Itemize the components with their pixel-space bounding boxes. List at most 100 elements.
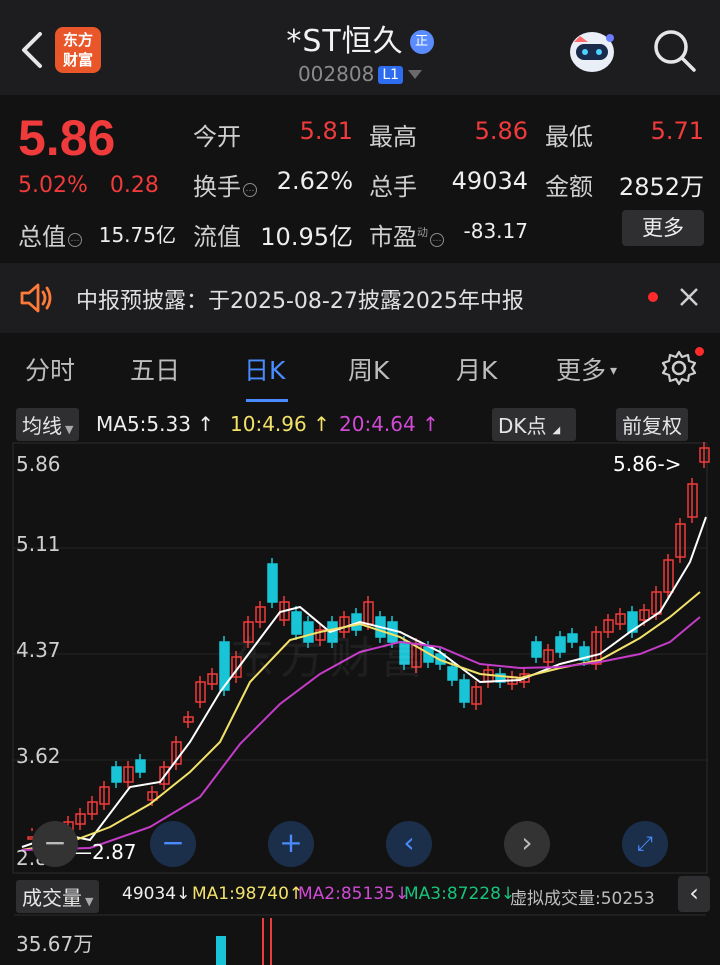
info-icon[interactable]: … (430, 233, 444, 247)
settings-badge-dot (695, 347, 704, 356)
speaker-icon (20, 283, 52, 313)
volume-chart: 35.67万 (0, 914, 720, 965)
tab-intraday[interactable]: 分时 (25, 351, 75, 387)
settings-gear-icon[interactable] (660, 349, 698, 387)
vol-ma2: MA2:85135↓ (298, 884, 410, 904)
low-label: 最低 (545, 123, 593, 151)
pe-value: -83.17 (463, 219, 528, 243)
open-value: 5.81 (299, 117, 353, 145)
tab-more-label: 更多 (556, 356, 607, 385)
y-label-3: 4.37 (16, 638, 61, 662)
more-button[interactable]: 更多 (622, 210, 704, 246)
close-icon[interactable] (678, 286, 700, 308)
tab-monthly-k[interactable]: 月K (456, 351, 497, 387)
tab-weekly-k[interactable]: 周K (348, 351, 389, 387)
badge-zheng-icon: 正 (409, 30, 434, 54)
active-tab-indicator (246, 399, 288, 402)
candle-body (459, 679, 470, 703)
tab-daily-k[interactable]: 日K (244, 351, 285, 387)
volume-bar (270, 918, 272, 965)
unread-dot (648, 292, 658, 302)
turnover-label: 换手… (193, 167, 257, 202)
info-icon[interactable]: … (68, 233, 82, 247)
virtual-volume: 虚拟成交量:50253 (510, 889, 655, 909)
robot-assistant-icon[interactable] (566, 24, 618, 76)
candle-body (567, 633, 578, 643)
ma5-text: MA5:5.33 (96, 412, 191, 436)
float-label: 流值 (193, 223, 241, 251)
last-price-tag: 5.86-> (613, 452, 682, 476)
collapse-arrow-icon[interactable]: ‹ (678, 876, 710, 912)
period-tabs: 分时 五日 日K 周K 月K 更多 ▾ (0, 333, 720, 403)
level-badge: L1 (378, 66, 404, 84)
dropdown-triangle-icon (408, 70, 423, 79)
scroll-left-button[interactable]: ‹ (386, 821, 432, 867)
candle-body (135, 759, 146, 773)
ma20-text: 20:4.64 (339, 412, 416, 436)
mktcap-label-text: 总值 (18, 223, 66, 251)
volume-value-text: 49034 (122, 884, 177, 904)
ma10-text: 10:4.96 (230, 412, 307, 436)
turnover-label-text: 换手 (193, 173, 241, 201)
candle-body (111, 766, 122, 783)
low-price-tag: —2.87 (72, 840, 137, 864)
tab-five-day[interactable]: 五日 (130, 351, 180, 387)
indicator-label: 均线 (22, 414, 62, 438)
candle-body (531, 641, 542, 658)
vol-ma1: MA1:98740↑ (192, 884, 304, 904)
candle-body (447, 666, 458, 681)
y-label-4: 3.62 (16, 744, 61, 768)
plus-button[interactable]: + (268, 821, 314, 867)
dk-point-button[interactable]: DK点 ◢ (492, 408, 576, 441)
ma10-value: 10:4.96 ↑ (230, 412, 330, 436)
vol-ma3-text: MA3:87228 (404, 884, 501, 904)
corner-triangle-icon: ◢ (552, 425, 561, 436)
stock-code: 002808 (297, 62, 375, 86)
volume-value: 49034 (451, 167, 528, 195)
adjust-button[interactable]: 前复权 (616, 408, 688, 441)
last-price: 5.86 (18, 110, 116, 166)
float-value: 10.95亿 (260, 223, 353, 251)
minus-button[interactable]: − (150, 821, 196, 867)
volume-value: 49034↓ (122, 884, 191, 904)
turnover-value: 2.62% (276, 167, 353, 195)
volume-indicator-select[interactable]: 成交量 ▼ (16, 880, 100, 913)
notice-bar[interactable]: 中报预披露：于2025-08-27披露2025年中报 (0, 263, 720, 333)
quote-panel: 5.86 5.02% 0.28 今开 5.81 最高 5.86 最低 5.71 换… (0, 95, 720, 263)
low-value: 5.71 (650, 117, 704, 145)
high-label: 最高 (369, 123, 417, 151)
low-price-tag-text: 2.87 (92, 840, 137, 864)
volume-label: 成交量 (22, 886, 82, 910)
change-percent: 5.02% (18, 173, 88, 198)
volume-axis-top: 35.67万 (16, 932, 94, 956)
tab-more[interactable]: 更多 ▾ (556, 351, 617, 387)
dropdown-triangle-icon: ▾ (610, 363, 618, 379)
change-amount: 0.28 (109, 173, 159, 198)
dropdown-triangle-icon: ▼ (85, 895, 94, 908)
candle-body (555, 636, 566, 653)
ma20-value: 20:4.64 ↑ (339, 412, 439, 436)
indicator-select[interactable]: 均线 ▼ (16, 408, 80, 441)
volume-bar (216, 936, 226, 965)
volume-legend-bar: 成交量 ▼ 49034↓ MA1:98740↑ MA2:85135↓ MA3:87… (0, 874, 720, 914)
mktcap-value: 15.75亿 (98, 223, 176, 247)
fullscreen-icon[interactable]: ⤢ (622, 821, 668, 867)
volume-svg (14, 914, 706, 965)
y-label-2: 5.11 (16, 532, 61, 556)
amount-label: 金额 (545, 173, 593, 201)
vol-ma2-text: MA2:85135 (298, 884, 395, 904)
info-icon[interactable]: … (243, 183, 257, 197)
ma-legend-bar: 均线 ▼ MA5:5.33 ↑ 10:4.96 ↑ 20:4.64 ↑ DK点 ◢ … (0, 404, 720, 442)
mktcap-label: 总值… (18, 217, 82, 252)
scroll-right-button[interactable]: › (504, 821, 550, 867)
zoom-out-button[interactable]: − (32, 821, 78, 867)
vol-ma1-text: MA1:98740 (192, 884, 289, 904)
stock-name: *ST恒久 (286, 24, 404, 59)
dropdown-triangle-icon: ▼ (65, 423, 74, 436)
search-icon[interactable] (650, 26, 698, 74)
dk-label: DK点 (498, 414, 547, 438)
notice-text: 中报预披露：于2025-08-27披露2025年中报 (76, 289, 524, 314)
pe-dynamic-tag: 动 (417, 226, 428, 239)
high-value: 5.86 (474, 117, 528, 145)
y-label-top: 5.86 (16, 452, 61, 476)
